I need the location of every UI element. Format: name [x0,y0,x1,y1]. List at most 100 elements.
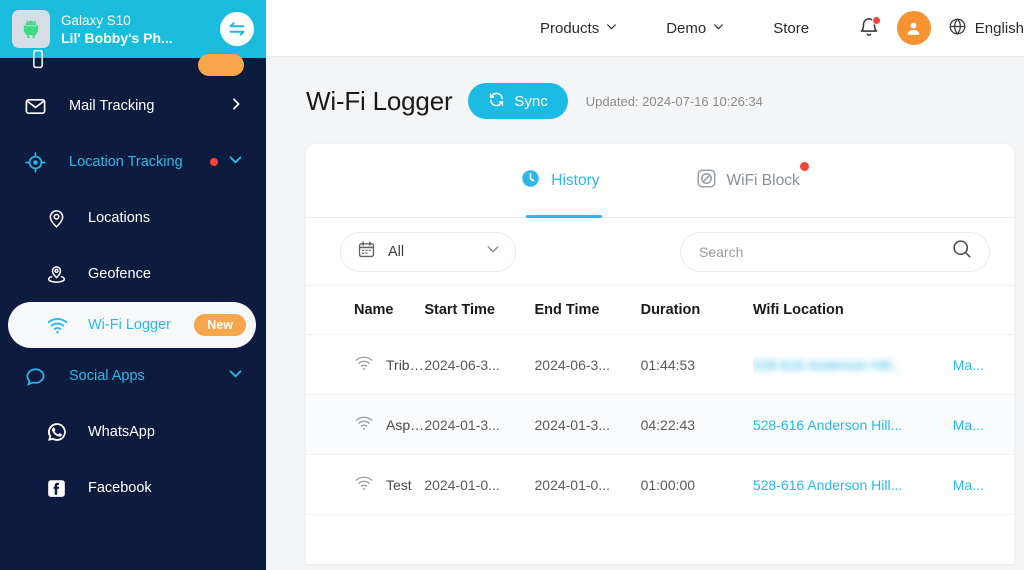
device-text: Galaxy S10 Lil' Bobby's Ph... [61,12,220,47]
cell-action[interactable]: Ma... [952,394,1014,455]
top-navigation-bar: Products Demo Store English [266,0,1024,57]
language-selector[interactable]: English [948,17,1024,40]
chevron-down-icon[interactable] [227,365,244,387]
column-header-name: Name [306,286,425,335]
sidebar-nav: Mail Tracking Location Tracking Location… [0,78,266,516]
geofence-icon [46,264,74,285]
map-action-link[interactable]: Ma... [953,417,984,433]
row-name: Test [386,476,412,493]
cell-start-time: 2024-01-0... [424,454,535,515]
table-row[interactable]: Tribbiana'... 2024-06-3... 2024-06-3... … [306,334,1014,395]
globe-icon [948,17,967,40]
sync-button-label: Sync [514,92,548,110]
cell-name: Tribbiana'... [306,334,425,395]
sidebar-item-label: WhatsApp [88,424,155,440]
sidebar-item-location-tracking[interactable]: Location Tracking [0,134,266,190]
search-box[interactable] [680,231,990,272]
cell-start-time: 2024-01-3... [424,394,535,455]
cell-name: Test [306,454,425,515]
chevron-right-icon[interactable] [228,96,244,117]
page-header: Wi-Fi Logger Sync Updated: 2024-07-16 10… [266,57,1024,119]
nav-demo-label: Demo [666,19,707,37]
whatsapp-icon [46,421,74,443]
map-action-link[interactable]: Ma... [953,357,984,373]
sidebar-item-label: Facebook [88,480,152,496]
chevron-down-icon [485,241,501,262]
sidebar-item-mail-tracking[interactable]: Mail Tracking [0,78,266,134]
table-row[interactable]: Test 2024-01-0... 2024-01-0... 01:00:00 … [306,454,1014,515]
sidebar-item-label: Wi-Fi Logger [88,317,171,333]
status-dot [210,158,218,166]
wifi-location-link[interactable]: 528-616 Anderson Hill... [753,477,953,493]
sync-button[interactable]: Sync [468,83,568,119]
sidebar-item-clipped[interactable] [0,46,266,76]
cell-wifi-location[interactable]: 528-616 Anderson Hill... [752,454,953,515]
clock-icon [520,168,541,194]
bell-icon[interactable] [858,16,881,40]
app-root: Galaxy S10 Lil' Bobby's Ph... Mail Track… [0,0,1024,570]
search-input[interactable] [699,243,951,260]
row-name: Tribbiana'... [386,356,424,373]
wifi-log-table: Name Start Time End Time Duration Wifi L… [306,286,1014,515]
wifi-icon [354,473,374,496]
sidebar-item-locations[interactable]: Locations [0,190,266,246]
sidebar-item-label: Social Apps [69,368,145,384]
cell-action[interactable]: Ma... [952,454,1014,515]
notification-dot [871,16,881,25]
android-icon [12,10,50,48]
column-header-start: Start Time [424,286,535,335]
tab-wifi-block[interactable]: WiFi Block [696,144,809,218]
wifi-location-link[interactable]: 528-616 Anderson Hill... [753,417,953,433]
sidebar-item-facebook[interactable]: Facebook [0,460,266,516]
sidebar-item-label: Location Tracking [69,154,183,170]
table-row[interactable]: Asper's ... 2024-01-3... 2024-01-3... 04… [306,394,1014,455]
nav-products[interactable]: Products [516,20,642,37]
tab-history-label: History [551,171,600,189]
sidebar-item-wifi-logger[interactable]: Wi-Fi Logger New [8,302,256,348]
nav-store[interactable]: Store [749,20,833,37]
cell-start-time: 2024-06-3... [424,334,535,395]
row-name: Asper's ... [386,416,424,433]
sidebar-item-right [227,365,244,387]
cell-end-time: 2024-01-3... [534,394,641,455]
top-nav-links: Products Demo Store [516,20,833,37]
last-updated-text: Updated: 2024-07-16 10:26:34 [585,93,763,109]
block-icon [696,168,717,194]
table-header: Name Start Time End Time Duration Wifi L… [306,286,1014,335]
sidebar-item-right [228,96,244,117]
user-avatar-icon[interactable] [896,11,931,45]
cell-wifi-location[interactable]: 528-616 Anderson Hill... [752,334,953,395]
clipped-badge [198,54,244,76]
sidebar-item-social-apps[interactable]: Social Apps [0,348,266,404]
cell-end-time: 2024-01-0... [534,454,641,515]
cell-wifi-location[interactable]: 528-616 Anderson Hill... [752,394,953,455]
device-model: Galaxy S10 [61,12,131,28]
mail-icon [24,95,54,118]
sidebar-item-right [210,151,244,173]
tab-history[interactable]: History [520,144,602,218]
wifi-location-link[interactable]: 528-616 Anderson Hill... [753,357,953,373]
sidebar: Galaxy S10 Lil' Bobby's Ph... Mail Track… [0,0,266,570]
nav-demo[interactable]: Demo [642,20,749,37]
tab-bar: History WiFi Block [306,144,1014,218]
sidebar-item-whatsapp[interactable]: WhatsApp [0,404,266,460]
column-header-location: Wifi Location [752,286,953,335]
filter-bar: All [306,218,1014,286]
cell-action[interactable]: Ma... [952,334,1014,395]
top-bar-actions: English [858,11,1024,45]
sidebar-item-label: Geofence [88,266,151,282]
column-header-duration: Duration [640,286,753,335]
sidebar-item-label: Locations [88,210,151,226]
wifi-icon [354,413,374,436]
map-pin-icon [46,208,74,229]
switch-device-icon[interactable] [220,12,254,46]
search-icon[interactable] [951,238,973,265]
language-label: English [974,19,1024,37]
nav-store-label: Store [773,19,810,37]
cell-name: Asper's ... [306,394,425,455]
sidebar-item-label: Mail Tracking [69,98,155,114]
sidebar-item-geofence[interactable]: Geofence [0,246,266,302]
chevron-down-icon[interactable] [227,151,244,173]
map-action-link[interactable]: Ma... [953,477,984,493]
date-filter-dropdown[interactable]: All [340,231,516,272]
